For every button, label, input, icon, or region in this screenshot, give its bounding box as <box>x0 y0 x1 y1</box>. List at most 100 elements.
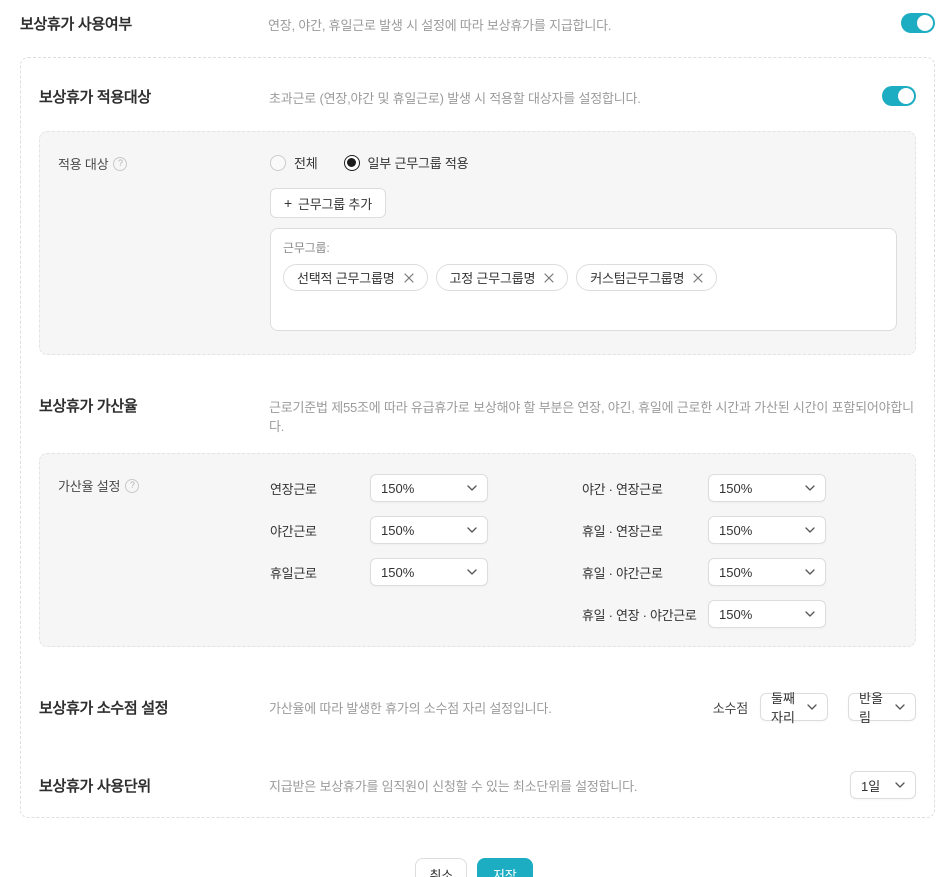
holiday-work-rate-select[interactable]: 150% <box>370 558 488 586</box>
rate-settings-label-wrap: 가산율 설정 <box>58 472 270 495</box>
save-button[interactable]: 저장 <box>477 858 533 877</box>
rate-right-label: 휴일 · 연장근로 <box>582 521 708 540</box>
target-toggle[interactable] <box>882 86 916 106</box>
usage-description: 연장, 야간, 휴일근로 발생 시 설정에 따라 보상휴가를 지급합니다. <box>268 13 885 34</box>
usage-toggle[interactable] <box>901 13 935 33</box>
rate-line: 야간근로 150% 휴일 · 연장근로 150% <box>270 516 826 544</box>
select-value: 150% <box>381 523 414 538</box>
select-value: 150% <box>719 565 752 580</box>
usage-label: 보상휴가 사용여부 <box>20 13 268 34</box>
chip-label: 고정 근무그룹명 <box>450 268 536 287</box>
footer-actions: 취소 저장 <box>0 858 948 877</box>
radio-unchecked-icon[interactable] <box>270 155 286 171</box>
decimal-controls: 소수점 둘째자리 반올림 <box>713 693 916 721</box>
rate-right-label: 야간 · 연장근로 <box>582 479 708 498</box>
remove-chip-icon[interactable] <box>693 273 703 283</box>
rate-grid: 연장근로 150% 야간 · 연장근로 150% 야간근로 150 <box>270 472 826 628</box>
rate-right-label: 휴일 · 연장 · 야간근로 <box>582 605 708 624</box>
target-label: 보상휴가 적용대상 <box>39 86 269 107</box>
select-value: 150% <box>381 565 414 580</box>
decimal-label: 보상휴가 소수점 설정 <box>39 697 269 718</box>
target-setting-row: 보상휴가 적용대상 초과근로 (연장,야간 및 휴일근로) 발생 시 적용할 대… <box>39 86 916 107</box>
chip-label: 선택적 근무그룹명 <box>297 268 395 287</box>
workgroup-chip: 커스텀근무그룹명 <box>576 264 717 291</box>
usage-setting-row: 보상휴가 사용여부 연장, 야간, 휴일근로 발생 시 설정에 따라 보상휴가를… <box>0 13 948 34</box>
workgroup-box[interactable]: 근무그룹: 선택적 근무그룹명 고정 근무그룹명 커스텀근무그룹명 <box>270 228 897 331</box>
select-value: 150% <box>719 607 752 622</box>
decimal-description: 가산율에 따라 발생한 휴가의 소수점 자리 설정입니다. <box>269 698 697 717</box>
apply-target-label: 적용 대상 <box>58 154 108 173</box>
chip-label: 커스텀근무그룹명 <box>590 268 684 287</box>
chevron-down-icon <box>807 704 817 710</box>
unit-setting-row: 보상휴가 사용단위 지급받은 보상휴가를 임직원이 신청할 수 있는 최소단위를… <box>39 771 916 799</box>
rate-left-label: 연장근로 <box>270 479 370 498</box>
toggle-knob <box>917 15 933 31</box>
rounding-select[interactable]: 반올림 <box>848 693 916 721</box>
rate-setting-row: 보상휴가 가산율 근로기준법 제55조에 따라 유급휴가로 보상해야 할 부분은… <box>39 395 916 435</box>
add-workgroup-button-label: 근무그룹 추가 <box>298 194 372 213</box>
extended-work-rate-select[interactable]: 150% <box>370 474 488 502</box>
radio-all-label: 전체 <box>294 153 318 172</box>
rate-label: 보상휴가 가산율 <box>39 395 269 416</box>
apply-target-content: 전체 일부 근무그룹 적용 + 근무그룹 추가 근무그룹: 선택적 근무그룹 <box>270 150 897 331</box>
rate-description: 근로기준법 제55조에 따라 유급휴가로 보상해야 할 부분은 연장, 야긴, … <box>269 395 916 435</box>
select-value: 1일 <box>861 776 880 795</box>
chevron-down-icon <box>467 569 477 575</box>
unit-select[interactable]: 1일 <box>850 771 916 799</box>
chevron-down-icon <box>467 527 477 533</box>
holiday-extended-rate-select[interactable]: 150% <box>708 516 826 544</box>
cancel-button[interactable]: 취소 <box>415 858 467 877</box>
apply-target-radio-group: 전체 일부 근무그룹 적용 <box>270 153 897 172</box>
radio-partial-label: 일부 근무그룹 적용 <box>368 153 469 172</box>
decimal-control-label: 소수점 <box>713 698 748 717</box>
unit-description: 지급받은 보상휴가를 임직원이 신청할 수 있는 최소단위를 설정합니다. <box>269 776 834 795</box>
select-value: 150% <box>719 481 752 496</box>
select-value: 150% <box>719 523 752 538</box>
remove-chip-icon[interactable] <box>544 273 554 283</box>
toggle-knob <box>898 88 914 104</box>
select-value: 반올림 <box>859 688 889 726</box>
workgroup-chips: 선택적 근무그룹명 고정 근무그룹명 커스텀근무그룹명 <box>283 264 884 291</box>
holiday-extended-night-rate-select[interactable]: 150% <box>708 600 826 628</box>
workgroup-chip: 고정 근무그룹명 <box>436 264 569 291</box>
workgroup-box-label: 근무그룹: <box>283 239 884 256</box>
chevron-down-icon <box>805 527 815 533</box>
rate-line: 연장근로 150% 야간 · 연장근로 150% <box>270 474 826 502</box>
decimal-place-select[interactable]: 둘째자리 <box>760 693 828 721</box>
chevron-down-icon <box>895 704 905 710</box>
chevron-down-icon <box>805 569 815 575</box>
chevron-down-icon <box>805 611 815 617</box>
radio-checked-icon[interactable] <box>344 155 360 171</box>
settings-card: 보상휴가 적용대상 초과근로 (연장,야간 및 휴일근로) 발생 시 적용할 대… <box>20 57 935 818</box>
radio-option-all[interactable]: 전체 <box>270 153 318 172</box>
plus-icon: + <box>284 196 292 210</box>
apply-target-box: 적용 대상 전체 일부 근무그룹 적용 + 근무그룹 추가 <box>39 131 916 355</box>
apply-target-label-wrap: 적용 대상 <box>58 150 270 173</box>
chevron-down-icon <box>467 485 477 491</box>
rate-settings-box: 가산율 설정 연장근로 150% 야간 · 연장근로 150% <box>39 453 916 647</box>
select-value: 둘째자리 <box>771 688 801 726</box>
rate-line: 휴일근로 150% 휴일 · 야간근로 150% <box>270 558 826 586</box>
rate-right-label: 휴일 · 야간근로 <box>582 563 708 582</box>
unit-controls: 1일 <box>850 771 916 799</box>
rate-settings-label: 가산율 설정 <box>58 476 120 495</box>
compensatory-leave-settings-page: 보상휴가 사용여부 연장, 야간, 휴일근로 발생 시 설정에 따라 보상휴가를… <box>0 0 948 877</box>
rate-line: 휴일 · 연장 · 야간근로 150% <box>270 600 826 628</box>
radio-option-partial[interactable]: 일부 근무그룹 적용 <box>344 153 469 172</box>
target-description: 초과근로 (연장,야간 및 휴일근로) 발생 시 적용할 대상자를 설정합니다. <box>269 86 866 107</box>
help-icon[interactable] <box>125 479 139 493</box>
decimal-setting-row: 보상휴가 소수점 설정 가산율에 따라 발생한 휴가의 소수점 자리 설정입니다… <box>39 693 916 721</box>
unit-label: 보상휴가 사용단위 <box>39 775 269 796</box>
holiday-night-rate-select[interactable]: 150% <box>708 558 826 586</box>
select-value: 150% <box>381 481 414 496</box>
rate-left-label: 휴일근로 <box>270 563 370 582</box>
chevron-down-icon <box>805 485 815 491</box>
night-extended-rate-select[interactable]: 150% <box>708 474 826 502</box>
add-workgroup-button[interactable]: + 근무그룹 추가 <box>270 188 386 218</box>
chevron-down-icon <box>895 782 905 788</box>
rate-left-label: 야간근로 <box>270 521 370 540</box>
help-icon[interactable] <box>113 157 127 171</box>
remove-chip-icon[interactable] <box>404 273 414 283</box>
workgroup-chip: 선택적 근무그룹명 <box>283 264 428 291</box>
night-work-rate-select[interactable]: 150% <box>370 516 488 544</box>
